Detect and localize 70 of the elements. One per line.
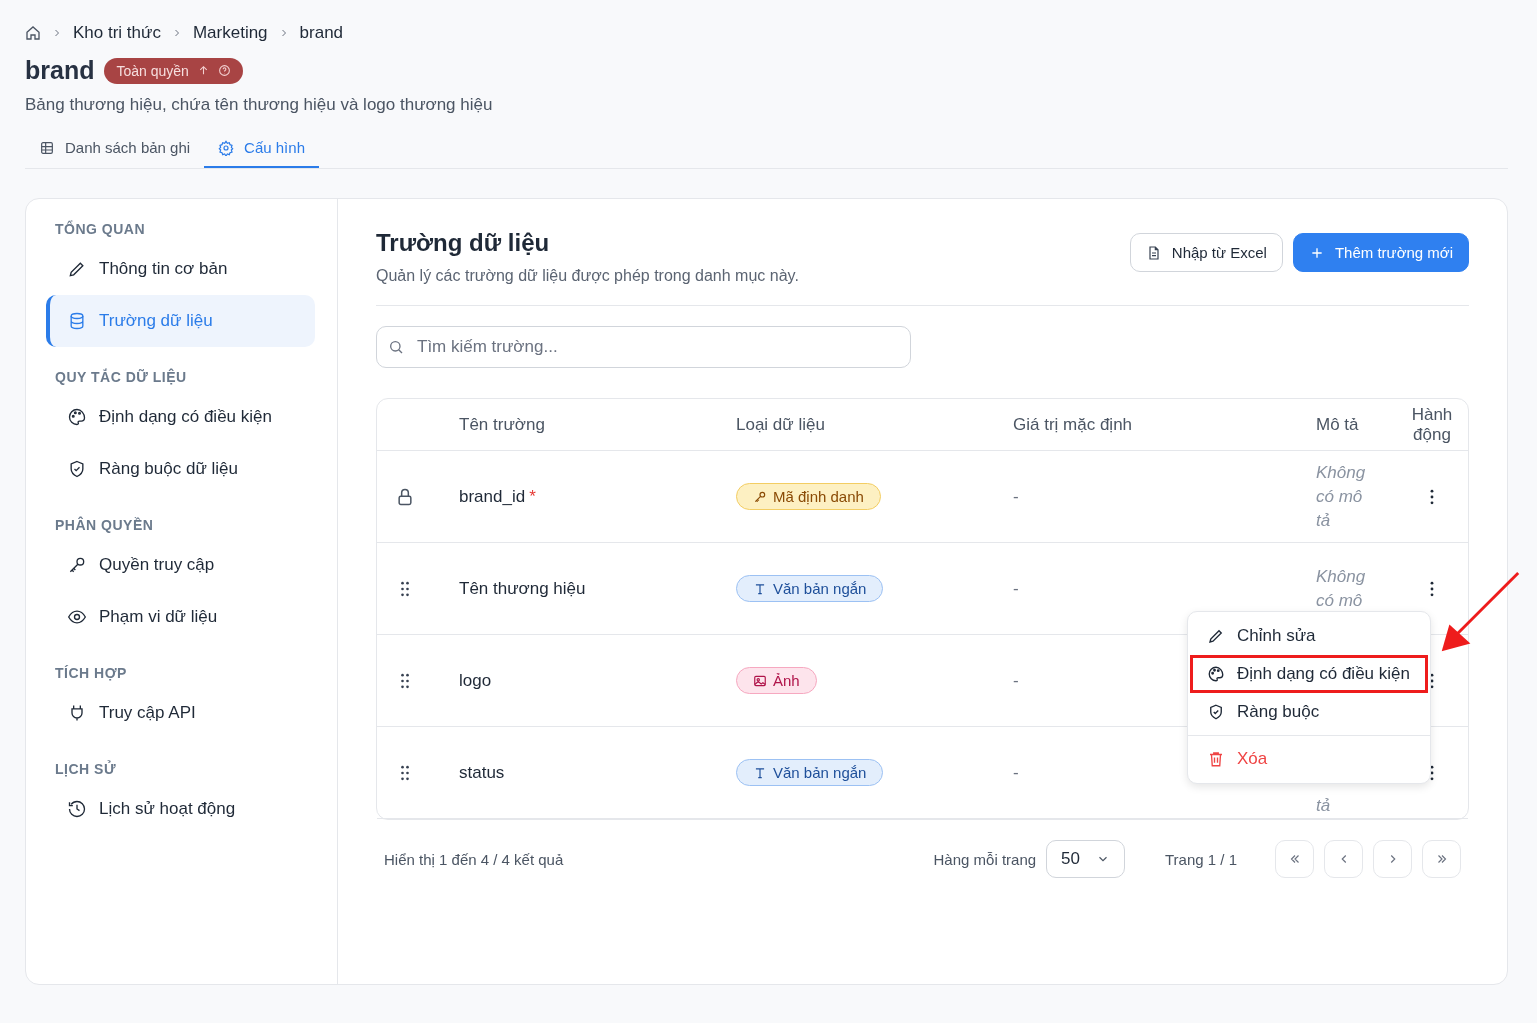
pencil-icon [1207, 627, 1225, 645]
sidebar-heading: QUY TẮC DỮ LIỆU [54, 367, 188, 387]
permission-badge: Toàn quyền [104, 57, 243, 84]
sidebar-item[interactable]: Trường dữ liệu [46, 295, 315, 347]
sidebar-heading: PHÂN QUYỀN [54, 515, 155, 535]
sidebar-heading: TÍCH HỢP [54, 664, 128, 683]
column-header: Mô tả [1316, 414, 1360, 435]
home-icon[interactable] [25, 25, 41, 41]
column-header: Giá trị mặc định [1013, 414, 1134, 435]
section-subtitle: Quản lý các trường dữ liệu được phép trong danh mục này. [376, 267, 799, 285]
section-title: Trường dữ liệu [376, 229, 551, 257]
sidebar-item[interactable]: Lịch sử hoạt động [46, 783, 315, 835]
field-name: status [459, 762, 505, 782]
default-value: - [1013, 762, 1019, 782]
breadcrumb-link[interactable]: Kho tri thức [73, 23, 161, 43]
sidebar-heading: TỔNG QUAN [54, 219, 147, 239]
default-value: - [1013, 578, 1019, 598]
field-name: brand_id [459, 486, 526, 506]
default-value: - [1013, 486, 1019, 506]
type-badge: Ảnh [736, 667, 817, 694]
text-icon [753, 581, 767, 596]
description-text: Không có mô tả [1316, 461, 1367, 532]
column-header: Loại dữ liệu [736, 414, 826, 435]
sidebar-item[interactable]: Truy cập API [46, 687, 315, 739]
history-icon [67, 799, 87, 819]
text-icon [753, 765, 767, 780]
page-title: brand [25, 56, 95, 85]
settings-icon [218, 139, 235, 156]
tab[interactable]: Danh sách bản ghi [25, 129, 205, 168]
add-field-button[interactable]: Thêm trường mới [1292, 233, 1469, 272]
sidebar-item[interactable]: Phạm vi dữ liệu [46, 591, 315, 643]
image-icon [753, 673, 767, 688]
shield-icon [1207, 703, 1225, 721]
page-description: Bảng thương hiệu, chứa tên thương hiệu và logo thương hiệu [25, 95, 494, 115]
column-header: Hành động [1410, 404, 1454, 445]
menu-item[interactable]: Ràng buộc [1190, 693, 1428, 731]
tab[interactable]: Cấu hình [204, 129, 319, 168]
pencil-icon [67, 259, 87, 279]
import-excel-button[interactable]: Nhập từ Excel [1129, 233, 1283, 272]
rows-per-page-label: Hàng mỗi trang [933, 850, 1037, 868]
sidebar-item[interactable]: Quyền truy cập [46, 539, 315, 591]
field-name: Tên thương hiệu [459, 578, 586, 598]
menu-item[interactable]: Chỉnh sửa [1190, 617, 1428, 655]
results-summary: Hiển thị 1 đến 4 / 4 kết quả [384, 850, 564, 868]
rows-per-page-select[interactable]: 50 [1046, 840, 1125, 878]
menu-item[interactable]: Xóa [1190, 740, 1428, 778]
trash-icon [1207, 750, 1225, 768]
description-text: tả [1316, 795, 1332, 817]
search-field[interactable]: Tìm kiếm trường... [376, 326, 911, 368]
sidebar-item[interactable]: Thông tin cơ bản [46, 243, 315, 295]
default-value: - [1013, 670, 1019, 690]
sidebar-item[interactable]: Định dạng có điều kiện [46, 391, 315, 443]
page-indicator: Trang 1 / 1 [1165, 850, 1237, 868]
menu-item[interactable]: Định dạng có điều kiện [1190, 655, 1428, 693]
column-header: Tên trường [459, 414, 546, 435]
palette-icon [1207, 665, 1225, 683]
type-badge: Văn bản ngắn [736, 759, 884, 786]
palette-icon [67, 407, 87, 427]
breadcrumb-link[interactable]: Marketing [192, 23, 268, 43]
type-badge: Văn bản ngắn [736, 575, 884, 602]
field-name: logo [459, 670, 492, 690]
table-icon [39, 139, 55, 156]
key-icon [753, 489, 767, 504]
sidebar-item[interactable]: Ràng buộc dữ liệu [46, 443, 315, 495]
sidebar-heading: LỊCH SỬ [54, 759, 117, 779]
search-icon [388, 339, 404, 355]
type-badge: Mã định danh [736, 483, 881, 510]
description-text: Không có mô [1316, 565, 1367, 612]
key-icon [67, 555, 87, 575]
required-mark: * [529, 486, 536, 506]
